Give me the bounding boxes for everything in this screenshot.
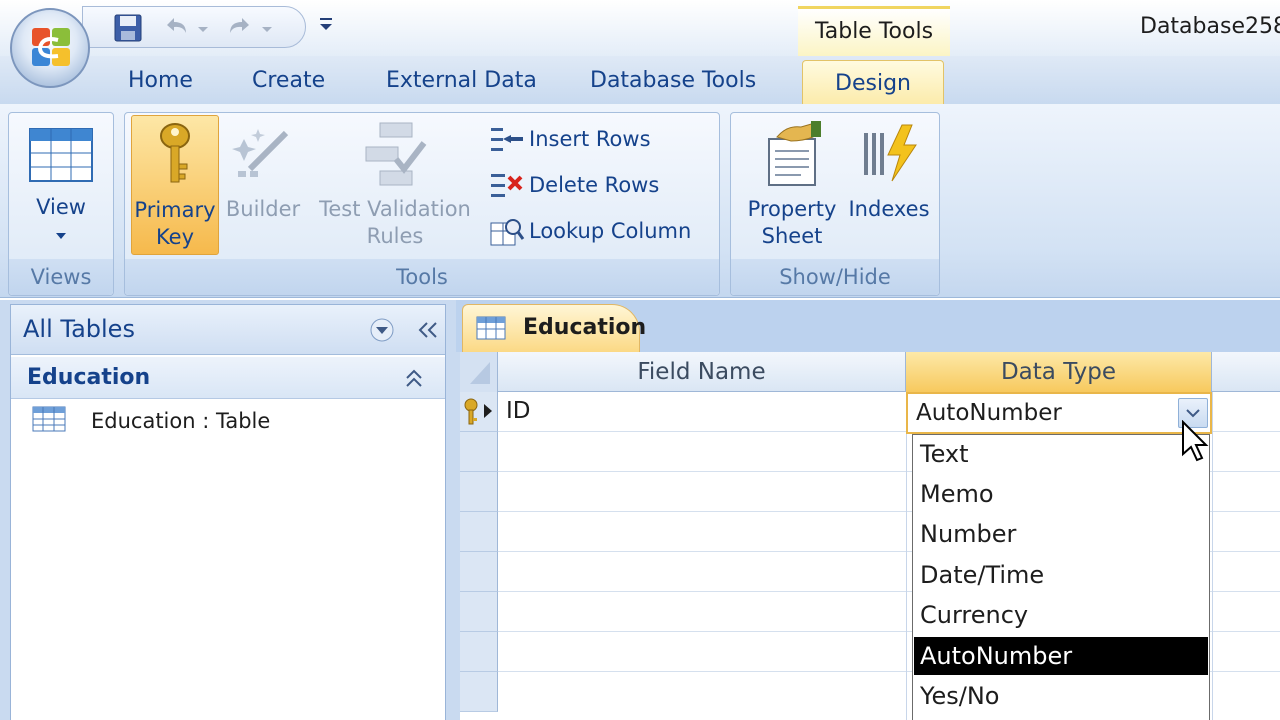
test-validation-label-2: Rules: [366, 224, 424, 248]
builder-label: Builder: [225, 197, 301, 221]
indexes-button[interactable]: Indexes: [843, 119, 935, 223]
row-selector[interactable]: [460, 672, 498, 712]
views-group: View Views: [8, 112, 114, 296]
column-header-data-type[interactable]: Data Type: [906, 352, 1212, 392]
office-logo-icon: [32, 28, 70, 66]
property-sheet-label-1: Property: [747, 197, 837, 221]
tab-design[interactable]: Design: [802, 60, 944, 110]
insert-rows-icon: [491, 128, 523, 151]
delete-rows-icon: [491, 174, 523, 197]
row-selector[interactable]: [460, 632, 498, 672]
dropdown-option-date-time[interactable]: Date/Time: [914, 556, 1208, 594]
tools-group-label: Tools: [396, 265, 448, 289]
field-name-cell[interactable]: ID: [506, 398, 531, 424]
builder-button[interactable]: Builder: [223, 119, 303, 223]
document-tab-strip: Education: [456, 300, 1280, 352]
primary-key-row-icon: [464, 398, 492, 425]
nav-item-education-table[interactable]: Education : Table: [31, 405, 431, 441]
customize-toolbar-icon[interactable]: [316, 12, 336, 36]
view-label: View: [36, 195, 86, 219]
validation-rules-icon: [365, 122, 427, 186]
contextual-group-label: Table Tools: [814, 19, 934, 44]
views-group-label: Views: [30, 265, 92, 289]
document-tab-label: Education: [523, 315, 647, 340]
nav-title: All Tables: [23, 315, 135, 343]
view-button[interactable]: View: [13, 119, 109, 248]
document-tab-education[interactable]: Education: [462, 304, 646, 352]
grid-header: Field Name Data Type: [460, 352, 1280, 392]
collapse-pane-icon[interactable]: [415, 317, 441, 343]
show-hide-group: Property Sheet Indexes Show/Hide: [730, 112, 940, 296]
row-selector[interactable]: [460, 592, 498, 632]
redo-icon[interactable]: [223, 11, 257, 45]
nav-group-header[interactable]: Education: [11, 357, 445, 399]
primary-key-button[interactable]: Primary Key: [131, 115, 219, 255]
data-type-dropdown-list: Text Memo Number Date/Time Currency Auto…: [912, 434, 1210, 720]
dropdown-option-text[interactable]: Text: [914, 435, 1208, 473]
key-icon: [160, 123, 190, 183]
ribbon: View Views Primary Key Builder Test Vali…: [0, 104, 1280, 298]
table-icon: [476, 316, 506, 340]
tab-database-tools[interactable]: Database Tools: [590, 68, 756, 93]
indexes-label: Indexes: [848, 197, 930, 221]
property-sheet-button[interactable]: Property Sheet: [737, 119, 847, 250]
chevron-up-double-icon[interactable]: [401, 365, 427, 391]
indexes-lightning-icon: [864, 124, 917, 182]
datasheet-view-icon: [29, 128, 93, 182]
tab-home[interactable]: Home: [128, 68, 193, 93]
tab-create[interactable]: Create: [252, 68, 325, 93]
navigation-pane: All Tables Education Education : Table: [0, 300, 456, 720]
property-sheet-label-2: Sheet: [761, 224, 823, 248]
dropdown-option-memo[interactable]: Memo: [914, 475, 1208, 513]
dropdown-option-yes-no[interactable]: Yes/No: [914, 677, 1208, 715]
nav-header[interactable]: All Tables: [11, 305, 445, 355]
nav-group-label: Education: [27, 365, 151, 390]
insert-rows-label: Insert Rows: [529, 127, 651, 151]
ribbon-tab-bar: Home Create External Data Database Tools: [0, 56, 1280, 106]
nav-item-label: Education : Table: [91, 409, 271, 433]
test-validation-label-1: Test Validation: [319, 197, 471, 221]
nav-menu-dropdown-icon[interactable]: [369, 317, 395, 343]
row-selector[interactable]: [460, 512, 498, 552]
data-type-combobox[interactable]: AutoNumber: [906, 392, 1212, 434]
select-all-corner[interactable]: [460, 352, 498, 392]
office-button[interactable]: [10, 8, 90, 88]
row-selector[interactable]: [460, 472, 498, 512]
tab-external-data[interactable]: External Data: [386, 68, 537, 93]
contextual-tab-group: Table Tools: [798, 6, 950, 58]
property-sheet-icon: [768, 121, 821, 186]
builder-wand-icon: [232, 129, 289, 177]
title-bar: Table Tools Database258: [0, 0, 1280, 58]
undo-icon[interactable]: [159, 11, 193, 45]
show-hide-group-label: Show/Hide: [779, 265, 891, 289]
data-type-value: AutoNumber: [916, 400, 1062, 426]
lookup-column-icon: [490, 219, 525, 246]
dropdown-option-currency[interactable]: Currency: [914, 596, 1208, 634]
tools-group: Primary Key Builder Test Validation Rule…: [124, 112, 720, 296]
dropdown-option-number[interactable]: Number: [914, 515, 1208, 553]
test-validation-rules-button[interactable]: Test Validation Rules: [311, 119, 479, 250]
dropdown-option-autonumber[interactable]: AutoNumber: [914, 637, 1208, 675]
primary-key-label-1: Primary: [134, 198, 216, 222]
chevron-down-icon: [56, 233, 66, 239]
redo-dropdown-icon[interactable]: [257, 11, 277, 45]
row-selector[interactable]: [460, 432, 498, 472]
quick-access-toolbar: [82, 6, 306, 48]
app-title: Database258: [1140, 14, 1280, 39]
lookup-column-label: Lookup Column: [529, 219, 692, 243]
delete-rows-label: Delete Rows: [529, 173, 660, 197]
primary-key-label-2: Key: [155, 225, 195, 249]
table-icon: [32, 406, 66, 432]
row-selector[interactable]: [460, 552, 498, 592]
mouse-pointer-icon: [1182, 420, 1209, 462]
save-icon[interactable]: [111, 11, 145, 45]
undo-dropdown-icon[interactable]: [193, 11, 213, 45]
column-header-field-name[interactable]: Field Name: [498, 352, 906, 392]
